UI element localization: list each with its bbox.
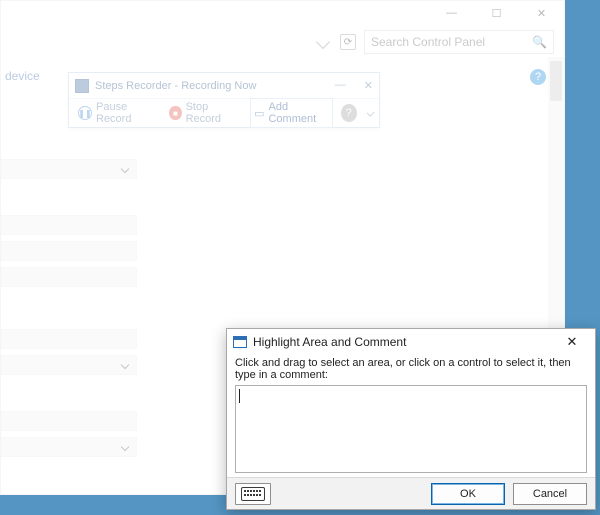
pause-record-button[interactable]: ❚❚ Pause Record — [75, 99, 158, 127]
pause-record-label: Pause Record — [96, 101, 155, 125]
breadcrumb-fragment: device — [5, 69, 40, 83]
close-button[interactable]: ✕ — [519, 1, 564, 25]
refresh-button[interactable]: ⟳ — [340, 34, 356, 50]
chevron-down-icon[interactable] — [366, 109, 374, 117]
steps-recorder-titlebar[interactable]: Steps Recorder - Recording Now — ✕ — [69, 73, 379, 99]
dialog-button-row: OK Cancel — [227, 477, 595, 509]
list-item[interactable] — [1, 437, 137, 457]
chevron-down-icon — [121, 165, 129, 173]
close-button[interactable]: ✕ — [364, 79, 373, 92]
maximize-button[interactable]: ☐ — [474, 1, 519, 25]
list-item[interactable] — [1, 329, 137, 349]
dialog-title: Highlight Area and Comment — [253, 335, 406, 349]
cancel-label: Cancel — [533, 488, 567, 500]
help-button[interactable]: ? — [341, 104, 357, 122]
list-item[interactable] — [1, 241, 137, 261]
scrollbar-thumb[interactable] — [550, 61, 562, 101]
search-icon: 🔍 — [532, 35, 547, 49]
cancel-button[interactable]: Cancel — [513, 483, 587, 505]
control-panel-titlebar: — ☐ ✕ — [1, 1, 564, 25]
steps-recorder-window: Steps Recorder - Recording Now — ✕ ❚❚ Pa… — [68, 72, 380, 128]
ok-button[interactable]: OK — [431, 483, 505, 505]
comment-textarea[interactable] — [235, 385, 587, 473]
list-item[interactable] — [1, 267, 137, 287]
stop-icon: ■ — [169, 106, 181, 120]
add-comment-button[interactable]: ▭ Add Comment — [250, 98, 333, 128]
app-icon — [233, 336, 247, 348]
add-comment-label: Add Comment — [268, 101, 328, 125]
chevron-down-icon — [121, 361, 129, 369]
chevron-down-icon — [121, 443, 129, 451]
minimize-button[interactable]: — — [335, 79, 346, 92]
steps-recorder-toolbar: ❚❚ Pause Record ■ Stop Record ▭ Add Comm… — [69, 99, 379, 127]
stop-record-label: Stop Record — [186, 101, 240, 125]
keyboard-icon — [241, 487, 265, 501]
list-item[interactable] — [1, 355, 137, 375]
list-item[interactable] — [1, 215, 137, 235]
onscreen-keyboard-button[interactable] — [235, 483, 271, 505]
search-placeholder: Search Control Panel — [371, 35, 485, 49]
chevron-down-icon[interactable] — [316, 35, 330, 49]
list-item[interactable] — [1, 411, 137, 431]
control-panel-addressbar: ⟳ Search Control Panel 🔍 — [1, 25, 564, 59]
dialog-instruction: Click and drag to select an area, or cli… — [227, 355, 595, 383]
comment-icon: ▭ — [254, 107, 264, 120]
help-icon[interactable]: ? — [530, 69, 546, 85]
list-item[interactable] — [1, 159, 137, 179]
steps-recorder-title: Steps Recorder - Recording Now — [95, 80, 256, 92]
text-caret — [239, 389, 240, 403]
close-button[interactable]: ✕ — [553, 331, 591, 353]
dialog-titlebar[interactable]: Highlight Area and Comment ✕ — [227, 329, 595, 355]
ok-label: OK — [460, 488, 476, 500]
app-icon — [75, 79, 89, 93]
minimize-button[interactable]: — — [429, 1, 474, 25]
stop-record-button[interactable]: ■ Stop Record — [166, 99, 242, 127]
search-input[interactable]: Search Control Panel 🔍 — [364, 30, 554, 54]
pause-icon: ❚❚ — [78, 106, 92, 120]
highlight-comment-dialog: Highlight Area and Comment ✕ Click and d… — [226, 328, 596, 510]
